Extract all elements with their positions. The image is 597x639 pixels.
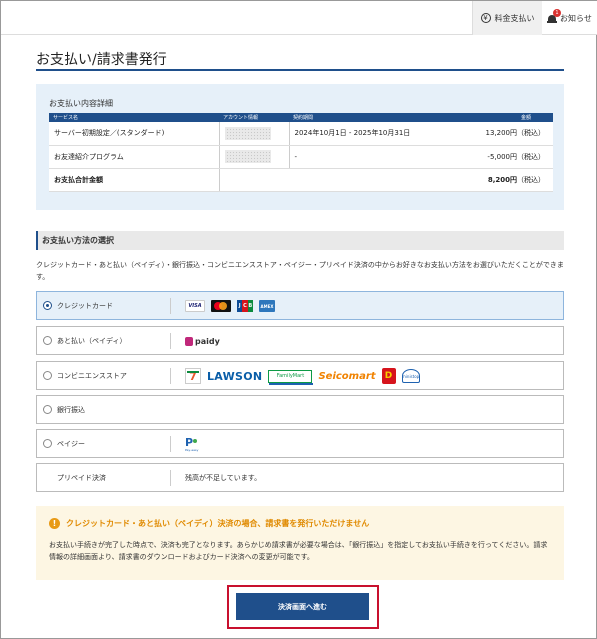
- total-tax: （税込）: [517, 175, 545, 184]
- row-amount: -5,000円（税込）: [459, 145, 553, 169]
- title-divider: [36, 69, 564, 71]
- row-amount: 13,200円（税込）: [459, 122, 553, 146]
- radio-paidy[interactable]: [43, 336, 52, 345]
- paidy-logo: paidy: [185, 336, 220, 346]
- amex-logo: AMEX: [259, 300, 275, 312]
- daily-yamazaki-logo: D: [381, 368, 396, 384]
- lawson-logo: LAWSON: [207, 369, 263, 383]
- col-amount: 金額: [459, 113, 553, 122]
- radio-credit-card[interactable]: [43, 301, 52, 310]
- blurred-account: [224, 150, 271, 163]
- seicomart-logo: Seicomart: [318, 370, 376, 382]
- page-frame: ¥ 料金支払い 1 お知らせ お支払い/請求書発行 お支払い内容詳細 サービス名…: [0, 0, 597, 639]
- jcb-logo: JCB: [237, 300, 253, 312]
- details-table: サービス名 アカウント情報 契約期間 金額 サーバー初期設定／(スタンダード) …: [49, 113, 553, 192]
- prepaid-message: 残高が不足しています。: [185, 473, 262, 482]
- radio-payeasy[interactable]: [43, 439, 52, 448]
- page-title: お支払い/請求書発行: [36, 52, 167, 68]
- payeasy-logo: P Pay-easy: [185, 436, 199, 452]
- bell-icon: 1: [547, 8, 561, 24]
- option-label: ペイジー: [57, 439, 85, 448]
- payeasy-logos: P Pay-easy: [185, 435, 199, 453]
- prepaid-label: プリペイド決済: [57, 473, 106, 482]
- visa-logo: VISA: [185, 300, 205, 312]
- row-account: [219, 122, 290, 146]
- card-logos: VISA JCB AMEX: [185, 297, 275, 315]
- option-label: あと払い（ペイディ）: [57, 336, 127, 345]
- total-row: お支払合計金額 8,200円（税込）: [49, 168, 553, 192]
- table-header-row: サービス名 アカウント情報 契約期間 金額: [49, 113, 553, 122]
- blurred-account: [224, 126, 271, 140]
- yen-circle-icon: ¥: [480, 13, 491, 23]
- paidy-logos: paidy: [185, 332, 220, 350]
- option-paidy[interactable]: あと払い（ペイディ） paidy: [36, 326, 564, 355]
- method-heading: お支払い方法の選択: [36, 231, 564, 250]
- notice-badge: 1: [553, 8, 561, 17]
- col-service: サービス名: [49, 113, 219, 122]
- row-service: お友達紹介プログラム: [49, 145, 220, 169]
- total-amount: 8,200円: [487, 175, 517, 184]
- warning-icon: !: [49, 518, 60, 529]
- top-bar: ¥ 料金支払い 1 お知らせ: [1, 1, 597, 35]
- table-row: お友達紹介プログラム - -5,000円（税込）: [49, 145, 553, 169]
- option-prepaid: プリペイド決済 残高が不足しています。: [36, 463, 564, 492]
- row-service: サーバー初期設定／(スタンダード): [49, 122, 220, 146]
- row-period: 2024年10月1日 - 2025年10月31日: [289, 122, 459, 146]
- option-convenience-store[interactable]: コンビニエンスストア 7 LAWSON FamilyMart Seicomart…: [36, 361, 564, 390]
- ministop-logo: ministop: [401, 369, 420, 383]
- billing-nav-label: 料金支払い: [494, 13, 535, 23]
- notice-body: お支払い手続きが完了した時点で、決済も完了となります。あらかじめ請求書が必要な場…: [49, 541, 548, 561]
- notice-title-row: ! クレジットカード・あと払い（ペイディ）決済の場合、請求書を発行いただけません: [49, 518, 369, 529]
- notice-box: ! クレジットカード・あと払い（ペイディ）決済の場合、請求書を発行いただけません…: [36, 506, 564, 580]
- seven-eleven-logo: 7: [185, 368, 201, 384]
- details-heading: お支払い内容詳細: [49, 99, 113, 108]
- option-label: クレジットカード: [57, 301, 113, 310]
- store-logos: 7 LAWSON FamilyMart Seicomart D ministop: [185, 367, 420, 385]
- method-description: クレジットカード・あと払い（ペイディ）・銀行振込・コンビニエンスストア・ペイジー…: [36, 261, 564, 281]
- option-payeasy[interactable]: ペイジー P Pay-easy: [36, 429, 564, 458]
- payment-details-box: お支払い内容詳細 サービス名 アカウント情報 契約期間 金額 サーバー初期設定／…: [36, 84, 564, 210]
- col-account: アカウント情報: [219, 113, 289, 122]
- notice-title: クレジットカード・あと払い（ペイディ）決済の場合、請求書を発行いただけません: [66, 519, 370, 528]
- option-label: 銀行振込: [57, 405, 85, 414]
- radio-convenience-store[interactable]: [43, 371, 52, 380]
- option-label: コンビニエンスストア: [57, 371, 127, 380]
- familymart-logo: FamilyMart: [268, 369, 314, 385]
- row-period: -: [289, 145, 459, 169]
- col-period: 契約期間: [289, 113, 459, 122]
- row-account: [219, 145, 290, 169]
- proceed-to-payment-button[interactable]: 決済画面へ進む: [236, 593, 369, 620]
- notice-nav-button[interactable]: 1 お知らせ: [547, 1, 597, 35]
- radio-bank-transfer[interactable]: [43, 405, 52, 414]
- option-bank-transfer[interactable]: 銀行振込: [36, 395, 564, 424]
- total-amount-cell: 8,200円（税込）: [459, 168, 553, 192]
- total-label: お支払合計金額: [49, 168, 220, 192]
- option-credit-card[interactable]: クレジットカード VISA JCB AMEX: [36, 291, 564, 320]
- notice-nav-label: お知らせ: [560, 13, 592, 23]
- billing-nav-button[interactable]: ¥ 料金支払い: [472, 1, 542, 35]
- table-row: サーバー初期設定／(スタンダード) 2024年10月1日 - 2025年10月3…: [49, 122, 553, 146]
- mastercard-logo: [211, 300, 231, 312]
